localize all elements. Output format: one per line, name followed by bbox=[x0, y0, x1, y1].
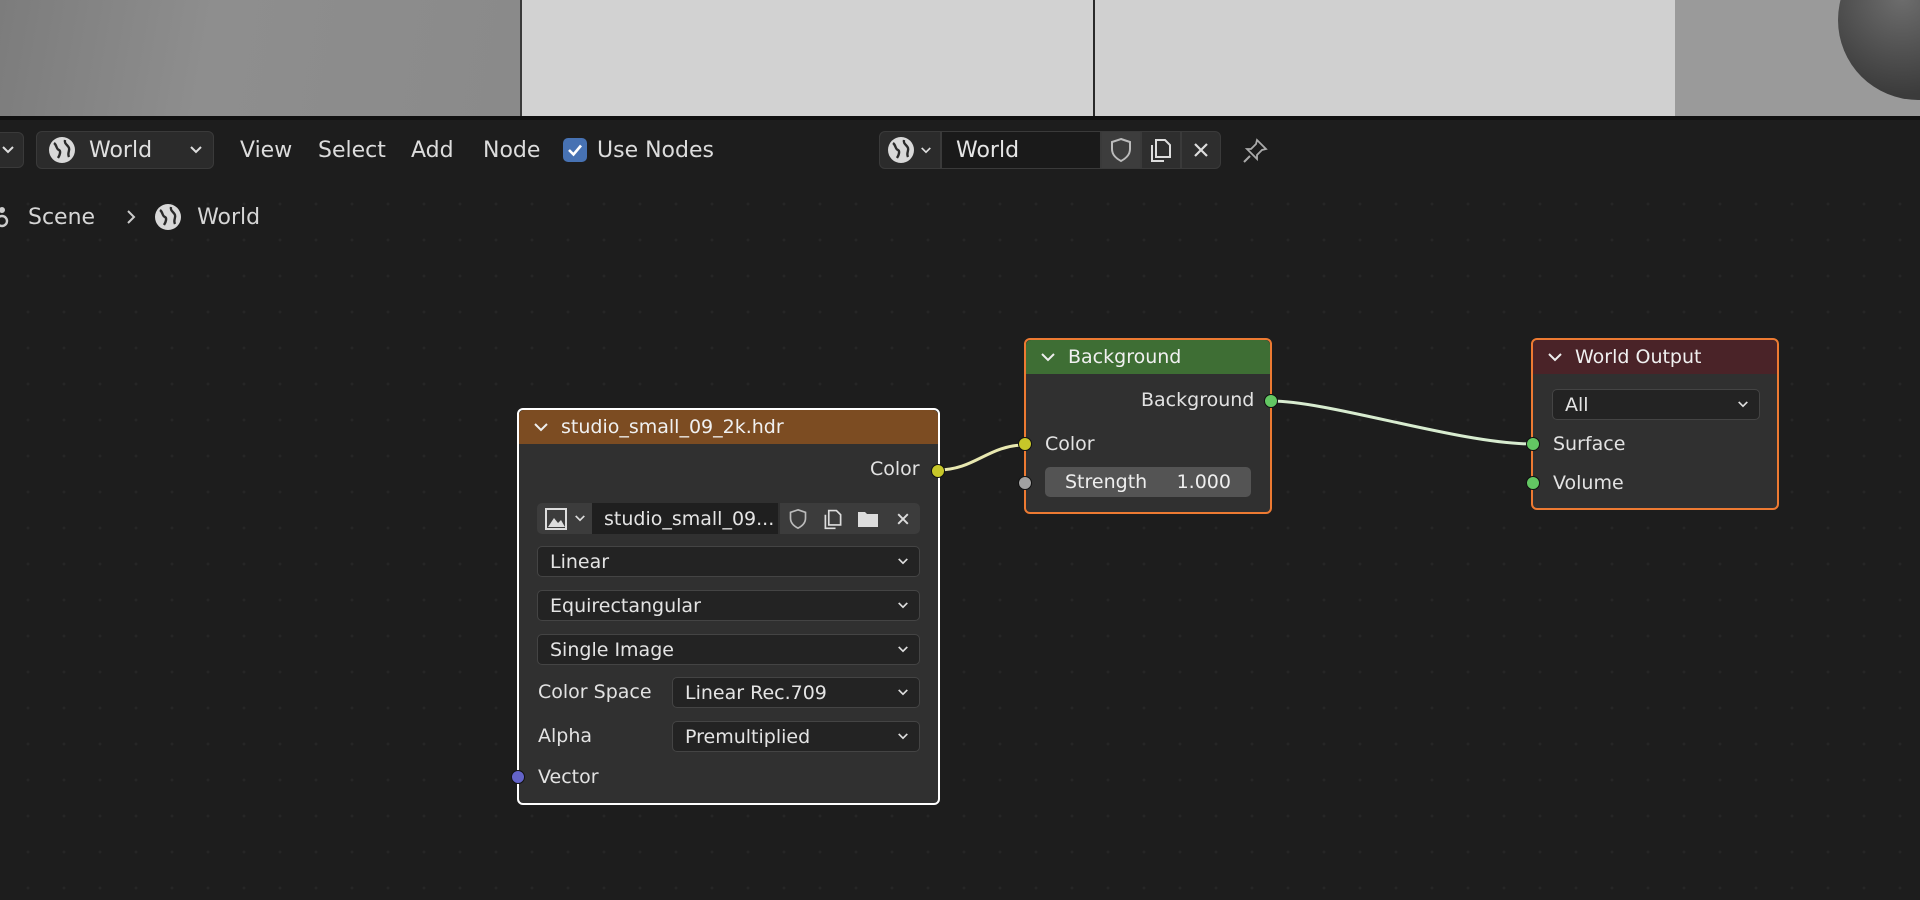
chevron-down-icon bbox=[574, 515, 585, 522]
interpolation-value: Linear bbox=[550, 550, 610, 573]
output-target-dropdown[interactable]: All bbox=[1552, 389, 1760, 420]
image-duplicate-button[interactable] bbox=[815, 503, 850, 534]
input-vector-label: Vector bbox=[538, 766, 599, 788]
input-socket-color[interactable] bbox=[1018, 437, 1032, 451]
strength-value: 1.000 bbox=[1176, 471, 1231, 493]
chevron-down-icon[interactable] bbox=[1547, 352, 1563, 362]
node-header[interactable]: World Output bbox=[1533, 340, 1777, 374]
input-volume-label: Volume bbox=[1553, 472, 1624, 494]
close-icon bbox=[897, 513, 908, 524]
source-dropdown[interactable]: Single Image bbox=[537, 634, 920, 665]
node-title: World Output bbox=[1575, 346, 1702, 368]
input-socket-strength[interactable] bbox=[1018, 476, 1032, 490]
chevron-down-icon bbox=[898, 646, 908, 653]
color-space-value: Linear Rec.709 bbox=[685, 681, 827, 704]
output-socket-background[interactable] bbox=[1264, 394, 1278, 408]
node-title: Background bbox=[1068, 346, 1182, 368]
output-socket-color[interactable] bbox=[931, 464, 945, 478]
chevron-down-icon[interactable] bbox=[1040, 352, 1056, 362]
input-socket-volume[interactable] bbox=[1526, 476, 1540, 490]
image-icon bbox=[544, 507, 567, 530]
node-header[interactable]: studio_small_09_2k.hdr bbox=[519, 410, 938, 444]
chevron-down-icon bbox=[898, 602, 908, 609]
alpha-label: Alpha bbox=[538, 725, 593, 747]
alpha-dropdown[interactable]: Premultiplied bbox=[672, 721, 920, 752]
image-fake-user-button[interactable] bbox=[780, 503, 815, 534]
link-color-to-color[interactable] bbox=[937, 443, 1026, 472]
input-socket-surface[interactable] bbox=[1526, 437, 1540, 451]
strength-label: Strength bbox=[1065, 471, 1148, 493]
output-target-value: All bbox=[1565, 393, 1589, 416]
input-socket-vector[interactable] bbox=[511, 770, 525, 784]
chevron-down-icon bbox=[898, 733, 908, 740]
folder-icon bbox=[857, 511, 878, 527]
node-header[interactable]: Background bbox=[1026, 340, 1270, 374]
strength-field[interactable]: Strength 1.000 bbox=[1045, 467, 1251, 497]
chevron-down-icon[interactable] bbox=[533, 422, 549, 432]
chevron-down-icon bbox=[898, 558, 908, 565]
projection-dropdown[interactable]: Equirectangular bbox=[537, 590, 920, 621]
source-value: Single Image bbox=[550, 638, 674, 661]
input-color-label: Color bbox=[1045, 433, 1095, 455]
interpolation-dropdown[interactable]: Linear bbox=[537, 546, 920, 577]
image-name-field[interactable]: studio_small_09... bbox=[592, 503, 778, 534]
alpha-value: Premultiplied bbox=[685, 725, 811, 748]
color-space-dropdown[interactable]: Linear Rec.709 bbox=[672, 677, 920, 708]
link-background-to-surface[interactable] bbox=[1270, 399, 1534, 446]
output-color-label: Color bbox=[870, 458, 920, 480]
image-unlink-button[interactable] bbox=[885, 503, 920, 534]
chevron-down-icon bbox=[1738, 401, 1748, 408]
chevron-down-icon bbox=[898, 689, 908, 696]
shield-icon bbox=[789, 508, 806, 529]
image-open-button[interactable] bbox=[850, 503, 885, 534]
input-surface-label: Surface bbox=[1553, 433, 1626, 455]
color-space-label: Color Space bbox=[538, 681, 652, 703]
duplicate-icon bbox=[824, 509, 841, 529]
image-browse-dropdown[interactable] bbox=[537, 503, 592, 534]
node-title: studio_small_09_2k.hdr bbox=[561, 416, 784, 438]
output-background-label: Background bbox=[1141, 389, 1255, 411]
projection-value: Equirectangular bbox=[550, 594, 701, 617]
